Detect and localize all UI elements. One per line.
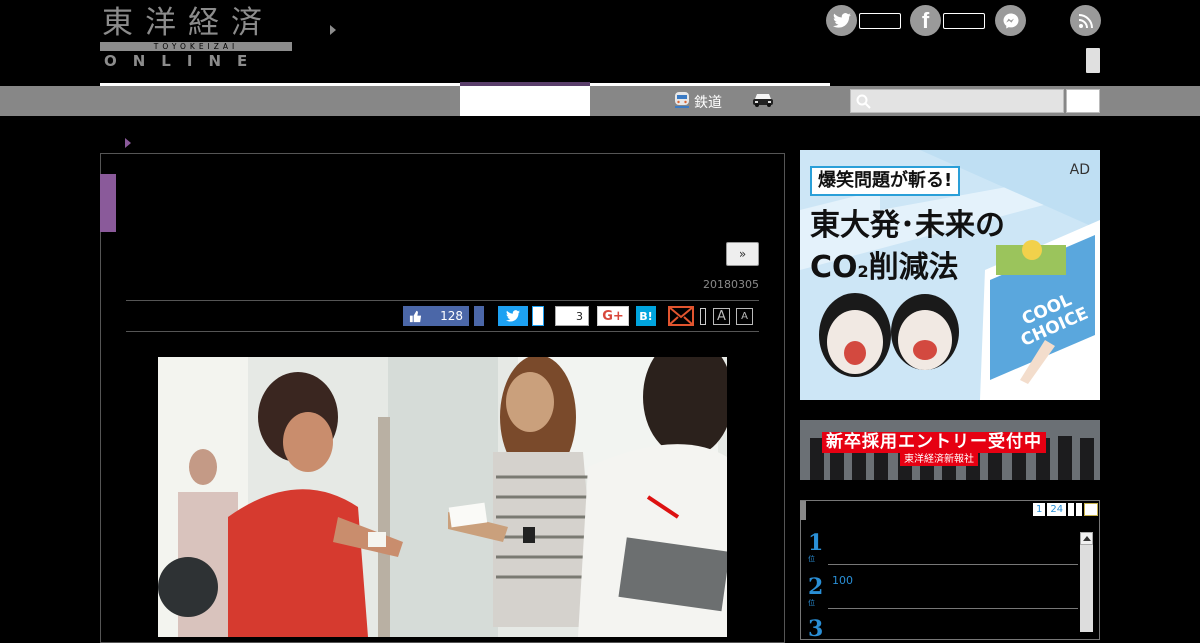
pocket-count-value: 3 xyxy=(576,309,583,323)
share-divider-bottom xyxy=(126,331,759,332)
ranking-tab-4[interactable] xyxy=(1076,503,1083,516)
hatena-bookmark-button[interactable]: B! xyxy=(636,306,656,326)
ad-headline-co: CO xyxy=(810,250,858,285)
scroll-up-button[interactable] xyxy=(1080,532,1093,545)
ranking-scrollbar[interactable] xyxy=(1080,532,1093,632)
messenger-icon[interactable] xyxy=(995,5,1026,36)
article-title-accent xyxy=(100,174,116,232)
ranking-widget xyxy=(800,500,1100,640)
facebook-follow[interactable]: f xyxy=(910,5,985,36)
ranking-tab-24[interactable]: 24 xyxy=(1047,503,1067,516)
logo-online: ONLINE xyxy=(104,52,264,70)
ranking-item-2[interactable]: 2 位 xyxy=(808,576,823,608)
ad-tagline: 爆笑問題が斬る! xyxy=(810,166,961,196)
rank-number-1: 1 xyxy=(808,530,824,556)
ad-headline-line2: CO2削減法 xyxy=(810,250,959,290)
recruit-banner[interactable]: 新卒採用エントリー受付中 東洋経済新報社 xyxy=(800,420,1100,480)
facebook-share-button[interactable] xyxy=(474,306,484,326)
twitter-icon xyxy=(826,5,857,36)
ranking-header-accent xyxy=(800,501,806,520)
ranking-tab-3[interactable] xyxy=(1068,503,1075,516)
font-size-large-button[interactable]: A xyxy=(713,308,730,325)
twitter-follow[interactable] xyxy=(826,5,901,36)
share-divider-top xyxy=(126,300,759,301)
train-icon xyxy=(674,91,690,113)
facebook-like-count: 128 xyxy=(440,309,463,323)
nav-item-rail[interactable]: 鉄道 xyxy=(674,91,722,113)
sidebar-ad-banner[interactable]: 爆笑問題が斬る! AD 東大発･未来の CO2削減法 COOL CHOICE xyxy=(800,150,1100,400)
rank-number-3: 3 xyxy=(808,616,824,642)
ad-badge: AD xyxy=(1069,162,1090,178)
gplus-share-button[interactable]: G+ xyxy=(597,306,629,326)
search-button[interactable] xyxy=(1066,89,1100,113)
ad-headline-rest: 削減法 xyxy=(868,250,959,285)
facebook-like-button[interactable]: 128 xyxy=(403,306,469,326)
twitter-count-box xyxy=(859,12,901,29)
breadcrumb-arrow-icon xyxy=(125,138,131,148)
ad-headline-line1: 東大発･未来の xyxy=(810,208,1005,243)
recruit-company: 東洋経済新報社 xyxy=(900,453,978,466)
ranking-divider xyxy=(828,564,1078,565)
logo-arrow-icon xyxy=(330,25,336,35)
car-icon[interactable] xyxy=(752,92,774,112)
nav-tab-active[interactable] xyxy=(460,86,590,116)
rank-number-2: 2 xyxy=(808,574,824,600)
pocket-share-count[interactable]: 3 xyxy=(555,306,589,326)
ranking-tab-5[interactable] xyxy=(1084,503,1099,516)
font-size-small-button[interactable]: A xyxy=(736,308,753,325)
nav-label-rail: 鉄道 xyxy=(694,95,722,111)
ranking-item-3[interactable]: 3 xyxy=(808,618,823,640)
logo-romaji: TOYOKEIZAI xyxy=(153,42,239,51)
facebook-icon: f xyxy=(910,5,941,36)
ranking-tab-1[interactable]: 1 xyxy=(1033,503,1046,516)
thumbs-up-icon xyxy=(409,310,422,322)
article-date: 20180305 xyxy=(703,278,759,291)
ranking-title-2[interactable]: 100 xyxy=(832,574,853,587)
article-main-image xyxy=(158,357,727,637)
mail-icon[interactable] xyxy=(668,306,694,326)
twitter-icon xyxy=(506,310,520,322)
ranking-item-1[interactable]: 1 位 xyxy=(808,532,823,564)
series-next-button[interactable]: » xyxy=(726,242,759,266)
chevron-up-icon xyxy=(1083,536,1091,541)
facebook-count-box xyxy=(943,12,985,29)
ad-headline-sub: 2 xyxy=(857,262,869,281)
search-icon xyxy=(856,94,871,109)
ranking-divider xyxy=(828,608,1078,609)
twitter-share-button[interactable] xyxy=(498,306,528,326)
logo-kanji: 東洋経済 xyxy=(102,5,274,41)
twitter-share-count xyxy=(532,306,544,326)
ranking-tabs: 1 24 xyxy=(1033,503,1099,516)
rss-icon[interactable] xyxy=(1070,5,1101,36)
menu-button[interactable] xyxy=(1086,48,1100,73)
recruit-headline: 新卒採用エントリー受付中 xyxy=(822,432,1046,453)
search-input[interactable] xyxy=(850,89,1064,113)
print-button[interactable] xyxy=(700,308,706,325)
